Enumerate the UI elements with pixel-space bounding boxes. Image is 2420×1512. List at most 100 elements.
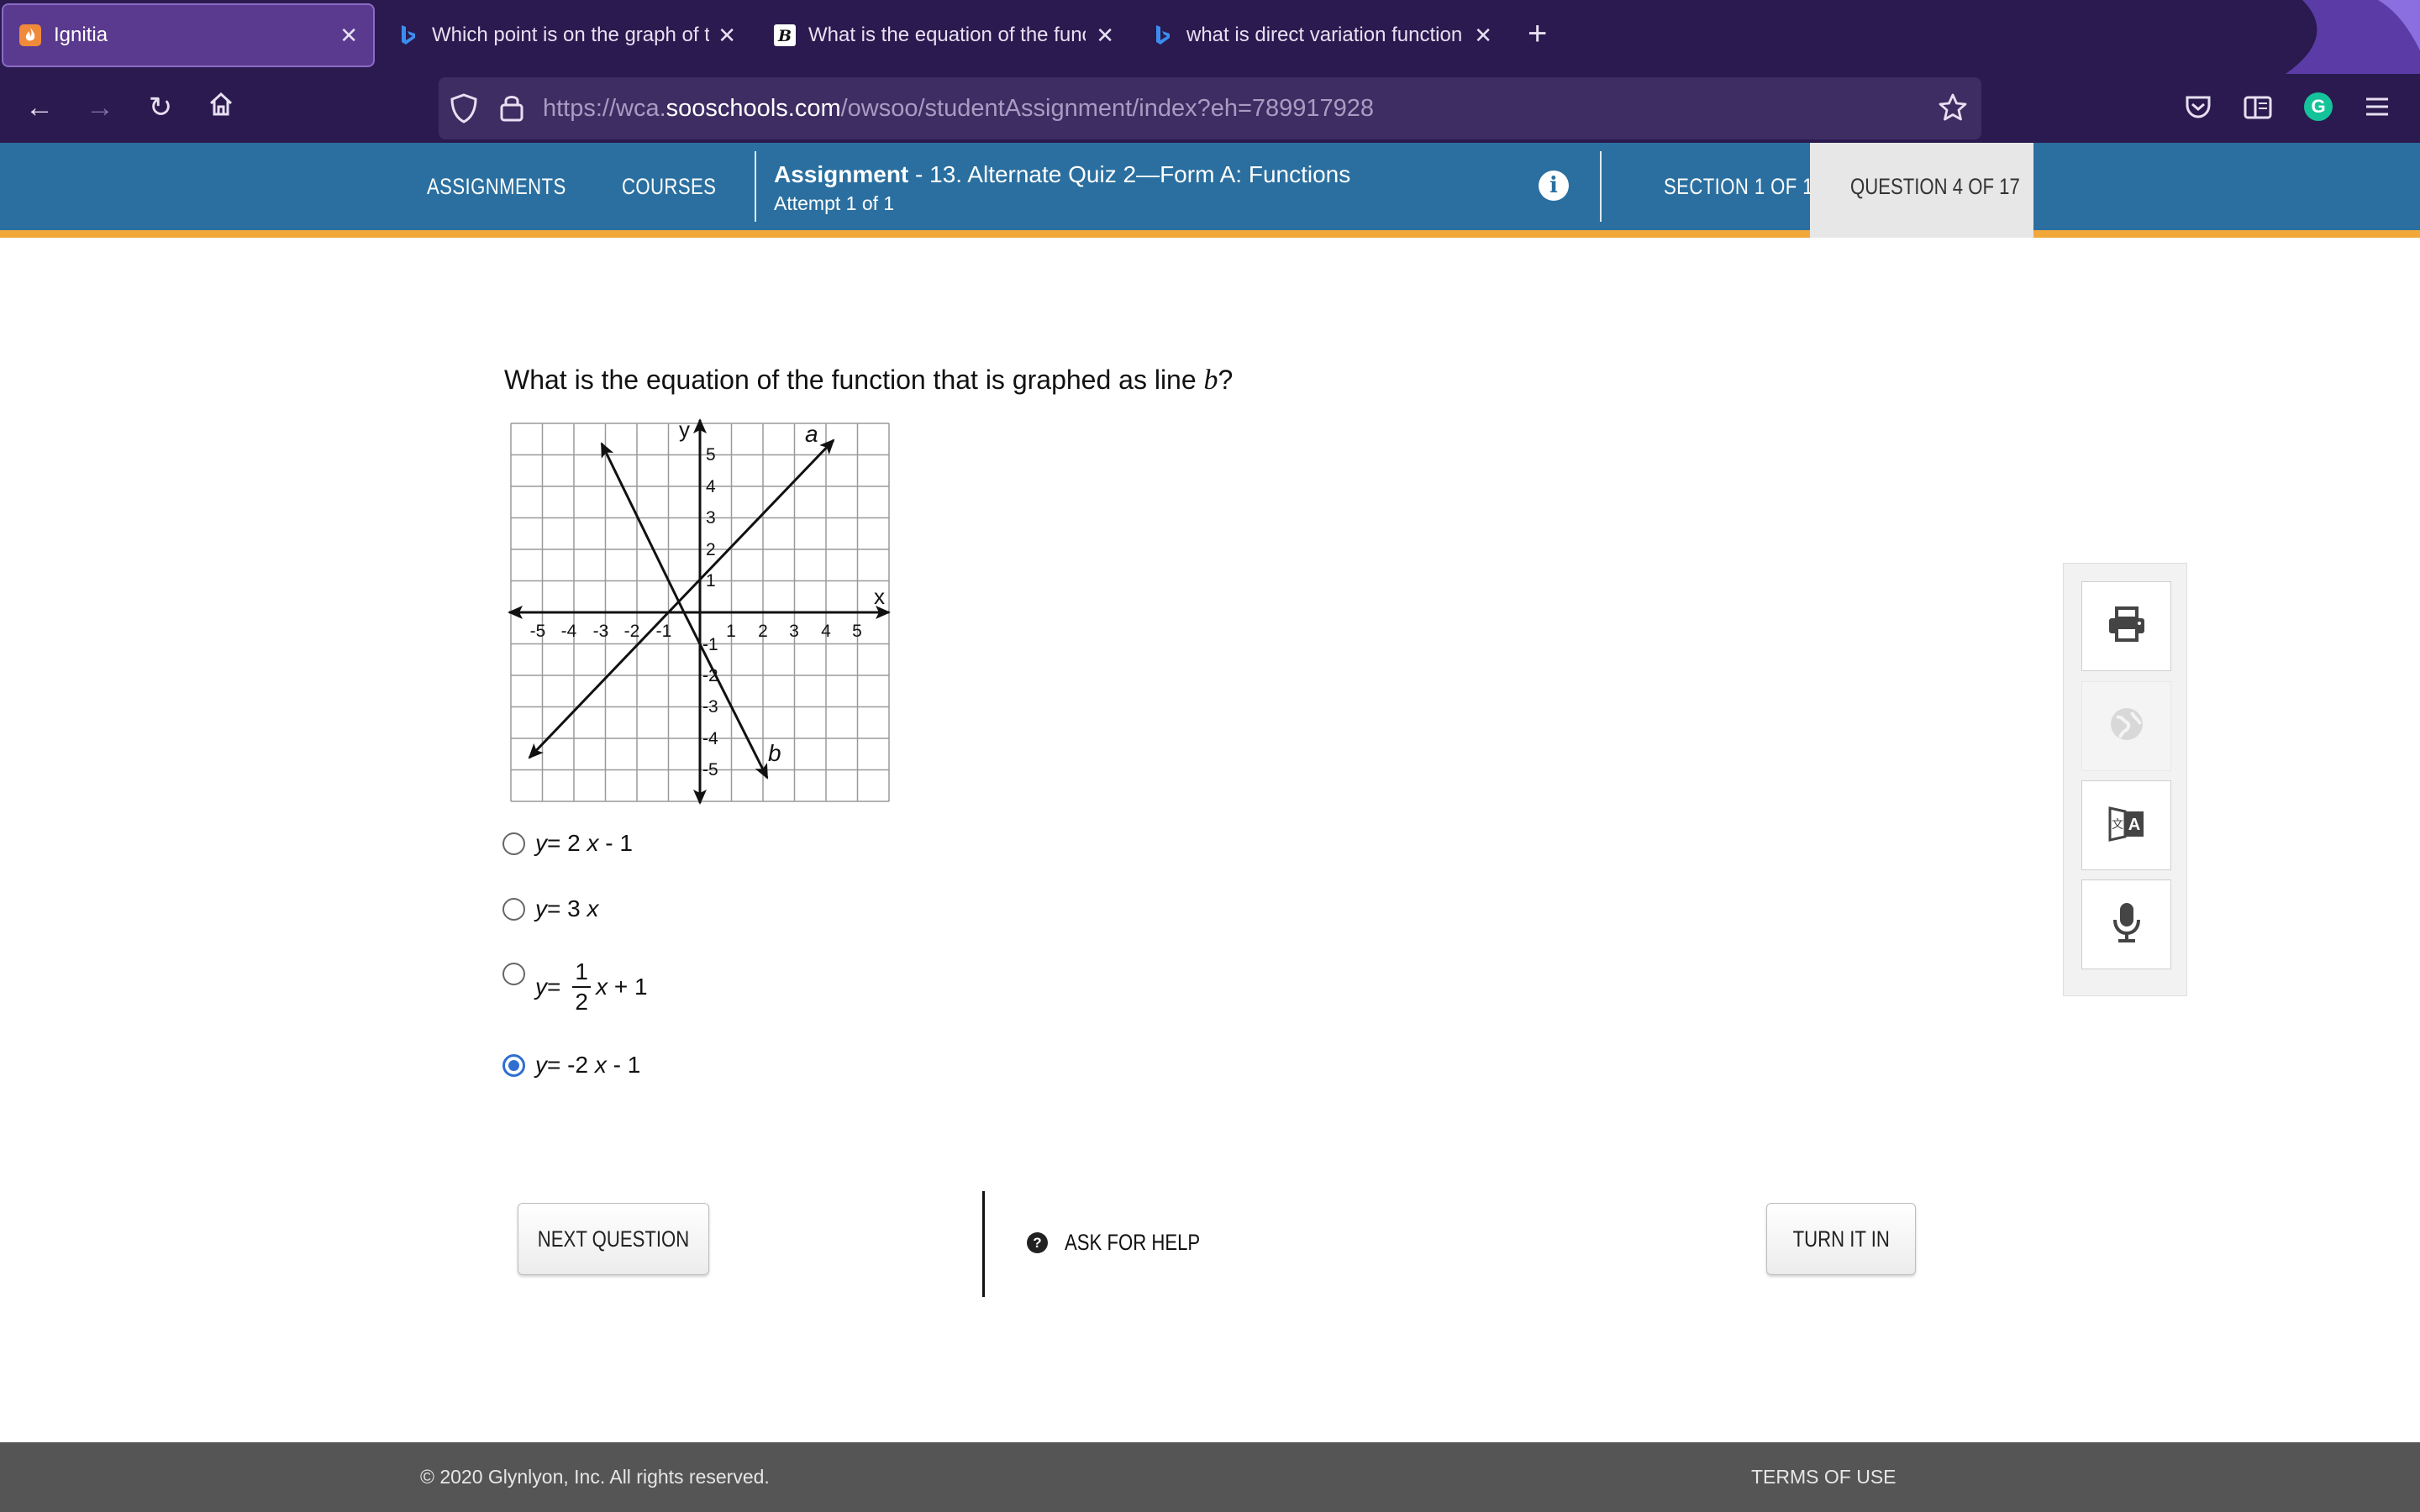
line-a-label: a (805, 421, 818, 447)
help-icon: ? (1027, 1232, 1048, 1253)
radio-button[interactable] (502, 963, 525, 985)
reader-view-icon[interactable] (2244, 96, 2272, 123)
eq-body: = (547, 974, 568, 1000)
x-tick-label: 4 (821, 622, 831, 641)
answer-choice-4[interactable]: y= -2 x - 1 (502, 1052, 640, 1079)
x-tick-label: 1 (726, 622, 736, 641)
home-icon[interactable] (203, 90, 239, 125)
bing-icon (1151, 24, 1175, 47)
attempt-info: Attempt 1 of 1 (774, 192, 895, 214)
forward-arrow-icon[interactable]: → (82, 90, 118, 125)
url-text[interactable]: https://wca.sooschools.com/owsoo/student… (543, 95, 1374, 123)
close-tab-icon[interactable]: ✕ (339, 23, 358, 49)
question-variable: b (1203, 365, 1218, 396)
tracking-shield-icon[interactable] (449, 92, 479, 129)
info-icon[interactable]: i (1539, 171, 1569, 201)
globe-icon (2108, 706, 2145, 747)
question-mark: ? (1218, 365, 1234, 395)
radio-button[interactable] (502, 832, 525, 855)
y-axis-label: y (679, 417, 690, 442)
answer-choice-1[interactable]: y= 2 x - 1 (502, 830, 633, 857)
coordinate-graph: -5 -4 -3 -2 -1 1 2 3 4 5 5 4 3 2 1 -1 -2… (508, 417, 891, 805)
ignitia-flame-icon (18, 24, 42, 47)
x-tick-label: 5 (852, 622, 862, 641)
y-tick-label: -4 (702, 729, 718, 748)
assignment-name: - 13. Alternate Quiz 2—Form A: Functions (908, 161, 1351, 187)
answer-choice-3[interactable]: y = 12x + 1 (502, 954, 648, 1016)
close-tab-icon[interactable]: ✕ (1096, 23, 1114, 49)
translate-button[interactable]: A文 (2081, 780, 2171, 870)
x-tick-label: -3 (593, 622, 609, 641)
grammarly-icon[interactable]: G (2304, 92, 2333, 121)
ask-for-help-link[interactable]: ? ASK FOR HELP (1027, 1230, 1230, 1256)
eq-tail: - 1 (598, 830, 633, 856)
action-divider (982, 1191, 985, 1297)
close-tab-icon[interactable]: ✕ (718, 23, 736, 49)
header-divider (755, 151, 756, 222)
page-footer (0, 1442, 2420, 1512)
terms-of-use-link[interactable]: TERMS OF USE (1751, 1466, 1897, 1488)
close-tab-icon[interactable]: ✕ (1474, 23, 1492, 49)
tab-title: Ignitia (54, 24, 108, 46)
tab-ignitia[interactable]: Ignitia ✕ (2, 3, 375, 67)
answer-choice-2[interactable]: y= 3 x (502, 895, 598, 922)
svg-text:A: A (2128, 816, 2139, 834)
fraction-denominator: 2 (575, 989, 588, 1015)
tab-bing-graph-point[interactable]: Which point is on the graph of th ✕ (397, 3, 736, 67)
var-x: x (596, 974, 608, 1000)
globe-button[interactable] (2081, 681, 2171, 771)
x-tick-label: 2 (758, 622, 768, 641)
y-tick-label: 2 (706, 540, 716, 559)
reload-icon[interactable]: ↻ (143, 90, 178, 125)
theme-decoration (2235, 0, 2420, 74)
var-y: y (535, 830, 547, 856)
radio-button-selected[interactable] (502, 1053, 525, 1077)
x-tick-label: 3 (789, 622, 799, 641)
x-tick-label: -2 (624, 622, 640, 641)
print-button[interactable] (2081, 581, 2171, 671)
line-b-label: b (768, 740, 781, 766)
tab-brainly-equation[interactable]: B What is the equation of the func ✕ (773, 3, 1114, 67)
eq-body: = 3 (547, 895, 587, 921)
eq-tail: - 1 (606, 1052, 641, 1078)
ask-for-help-label: ASK FOR HELP (1065, 1230, 1201, 1255)
bing-icon (397, 24, 420, 47)
tab-title: Which point is on the graph of th (432, 24, 709, 46)
y-tick-label: -2 (702, 666, 718, 685)
lock-icon[interactable] (499, 92, 524, 127)
nav-courses[interactable]: COURSES (622, 174, 716, 200)
y-tick-label: 5 (706, 445, 716, 465)
audio-button[interactable] (2081, 879, 2171, 969)
next-question-button[interactable]: NEXT QUESTION (518, 1203, 709, 1275)
url-path: /owsoo/studentAssignment/index?eh=789917… (840, 95, 1375, 122)
turn-it-in-button[interactable]: TURN IT IN (1766, 1203, 1916, 1275)
back-arrow-icon[interactable]: ← (22, 90, 57, 125)
url-domain: sooschools.com (666, 95, 841, 122)
pocket-icon[interactable] (2185, 94, 2212, 123)
radio-button[interactable] (502, 897, 525, 921)
printer-icon (2107, 606, 2147, 647)
choice-equation: y = 12x + 1 (535, 958, 648, 1016)
fraction: 12 (572, 958, 592, 1016)
menu-icon[interactable] (2365, 96, 2390, 122)
tab-title: What is the equation of the func (808, 24, 1086, 46)
y-tick-label: 3 (706, 508, 716, 528)
nav-assignments[interactable]: ASSIGNMENTS (427, 174, 566, 200)
brainly-icon: B (773, 24, 797, 47)
svg-text:B: B (777, 27, 792, 45)
assignment-label: Assignment (774, 161, 909, 187)
var-x: x (594, 1052, 607, 1078)
y-tick-label: -1 (702, 635, 718, 654)
section-indicator[interactable]: SECTION 1 OF 1 (1664, 174, 1813, 200)
graph-axes (508, 418, 891, 805)
bookmark-star-icon[interactable] (1938, 92, 1968, 127)
new-tab-button[interactable]: + (1528, 15, 1547, 53)
tab-bing-direct-variation[interactable]: what is direct variation function ✕ (1151, 3, 1492, 67)
tab-title: what is direct variation function (1186, 24, 1463, 46)
eq-tail: + 1 (608, 974, 648, 1000)
copyright-text: © 2020 Glynlyon, Inc. All rights reserve… (420, 1466, 770, 1488)
microphone-icon (2112, 901, 2142, 948)
translate-icon: A文 (2107, 803, 2147, 848)
y-tick-label: 4 (706, 477, 716, 496)
svg-text:文: 文 (2112, 818, 2123, 832)
